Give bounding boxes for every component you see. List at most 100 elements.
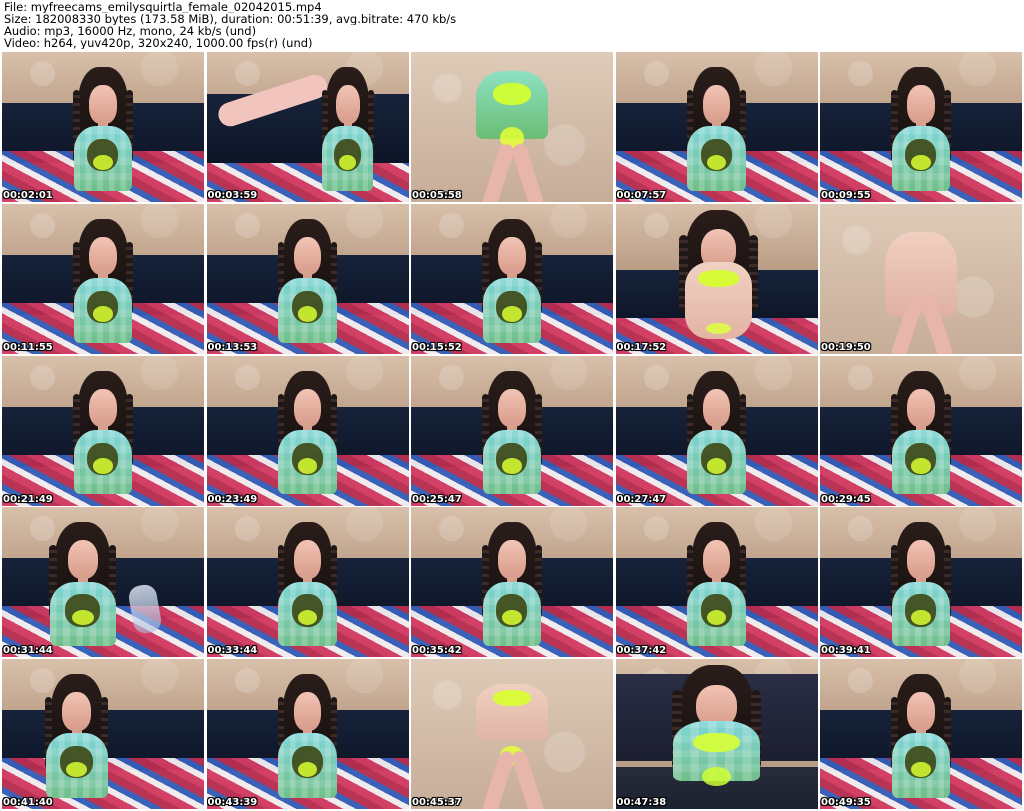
person-figure-24: [668, 665, 765, 806]
timestamp-9: 00:17:52: [616, 341, 667, 353]
timestamp-2: 00:03:59: [207, 190, 258, 201]
accent-shape-9: [705, 322, 732, 334]
file-line: File: myfreecams_emilysquirtla_female_02…: [4, 1, 322, 13]
top-shape-9: [698, 270, 739, 288]
thumbnail-image-18: [411, 507, 613, 658]
face-shape-2: [336, 85, 360, 124]
thumbnail-image-21: [2, 659, 204, 809]
face-shape-21: [62, 692, 92, 731]
accent-shape-13: [502, 458, 522, 474]
thumbnail-image-15: [820, 355, 1022, 506]
thumbnail-8: 00:15:52: [411, 203, 613, 354]
timestamp-23: 00:45:37: [412, 797, 462, 808]
timestamp-16: 00:31:44: [3, 645, 53, 657]
thumbnail-13: 00:25:47: [411, 355, 613, 506]
timestamp-17: 00:33:44: [207, 645, 258, 657]
timestamp-14: 00:27:47: [616, 493, 667, 505]
thumbnail-image-9: [615, 203, 818, 354]
thumbnail-12: 00:23:49: [206, 355, 409, 506]
person-figure-7: [275, 218, 340, 348]
person-figure-16: [46, 522, 119, 651]
thumbnail-25: 00:49:35: [820, 659, 1022, 809]
accent-shape-12: [297, 458, 318, 474]
accent-shape-25: [911, 761, 931, 778]
timestamp-21: 00:41:40: [3, 797, 53, 808]
thumbnail-15: 00:29:45: [820, 355, 1022, 506]
thumbnail-image-12: [206, 355, 409, 506]
thumbnail-4: 00:07:57: [615, 52, 818, 202]
person-figure-1: [71, 67, 136, 196]
person-figure-14: [684, 370, 749, 500]
accent-shape-1: [93, 154, 113, 171]
accent-shape-7: [297, 306, 318, 322]
timestamp-6: 00:11:55: [3, 341, 53, 353]
top-shape-24: [693, 732, 740, 753]
timestamp-18: 00:35:42: [412, 645, 462, 657]
face-shape-1: [89, 85, 117, 124]
thumbnail-17: 00:33:44: [206, 507, 409, 658]
face-shape-4: [702, 85, 731, 124]
person-figure-17: [275, 522, 340, 651]
timestamp-12: 00:23:49: [207, 493, 258, 505]
right-leg-23: [510, 748, 545, 809]
thumbnail-19: 00:37:42: [615, 507, 818, 658]
thumbnail-3: 00:05:58: [411, 52, 613, 202]
timestamp-8: 00:15:52: [412, 341, 462, 353]
accent-shape-14: [706, 458, 727, 474]
thumbnail-21: 00:41:40: [2, 659, 204, 809]
timestamp-25: 00:49:35: [821, 797, 871, 808]
video-line: Video: h264, yuv420p, 320x240, 1000.00 f…: [4, 37, 313, 49]
thumbnail-10: 00:19:50: [820, 203, 1022, 354]
person-figure-2: [320, 67, 377, 196]
person-figure-22: [275, 674, 340, 803]
person-figure-15: [889, 370, 954, 500]
thumbnail-6: 00:11:55: [2, 203, 204, 354]
timestamp-5: 00:09:55: [821, 190, 871, 201]
person-figure-25: [889, 674, 954, 803]
face-shape-22: [293, 692, 322, 731]
timestamp-22: 00:43:39: [207, 797, 258, 808]
thumbnail-image-19: [615, 507, 818, 658]
accent-shape-5: [911, 154, 931, 171]
person-figure-12: [275, 370, 340, 500]
top-shape-3: [492, 83, 532, 106]
accent-shape-6: [93, 306, 113, 322]
thumbnail-grid: 00:02:01 00:03:59 00:05:58 00:07:57 00:0…: [2, 52, 1022, 809]
timestamp-11: 00:21:49: [3, 493, 53, 505]
person-figure-9: [676, 209, 761, 348]
accent-shape-21: [66, 761, 88, 778]
accent-shape-16: [71, 609, 94, 626]
thumbnail-22: 00:43:39: [206, 659, 409, 809]
thumbnail-image-24: [615, 659, 818, 809]
thumbnail-image-17: [206, 507, 409, 658]
thumbnail-image-2: [206, 52, 409, 202]
thumbnail-image-10: [820, 203, 1022, 354]
thumbnail-image-7: [206, 203, 409, 354]
thumbnail-image-16: [2, 507, 204, 658]
top-shape-23: [492, 690, 532, 706]
thumbnail-image-20: [820, 507, 1022, 658]
right-leg-3: [510, 141, 545, 202]
accent-shape-8: [502, 306, 522, 322]
thumbnail-image-1: [2, 52, 204, 202]
thumbnail-7: 00:13:53: [206, 203, 409, 354]
thumbnail-11: 00:21:49: [2, 355, 204, 506]
thumbnail-5: 00:09:55: [820, 52, 1022, 202]
accent-shape-18: [502, 609, 522, 626]
thumbnail-2: 00:03:59: [206, 52, 409, 202]
person-figure-3: [472, 52, 553, 202]
person-figure-21: [42, 674, 111, 803]
thumbnail-18: 00:35:42: [411, 507, 613, 658]
audio-line: Audio: mp3, 16000 Hz, mono, 24 kb/s (und…: [4, 25, 257, 37]
timestamp-24: 00:47:38: [616, 797, 667, 808]
thumbnail-image-8: [411, 203, 613, 354]
timestamp-1: 00:02:01: [3, 190, 53, 201]
face-shape-5: [907, 85, 935, 124]
thumbnail-image-13: [411, 355, 613, 506]
person-figure-5: [889, 67, 954, 196]
thumbnail-1: 00:02:01: [2, 52, 204, 202]
thumbnail-20: 00:39:41: [820, 507, 1022, 658]
thumbnail-image-3: [411, 52, 613, 202]
person-figure-19: [684, 522, 749, 651]
face-shape-25: [907, 692, 935, 731]
